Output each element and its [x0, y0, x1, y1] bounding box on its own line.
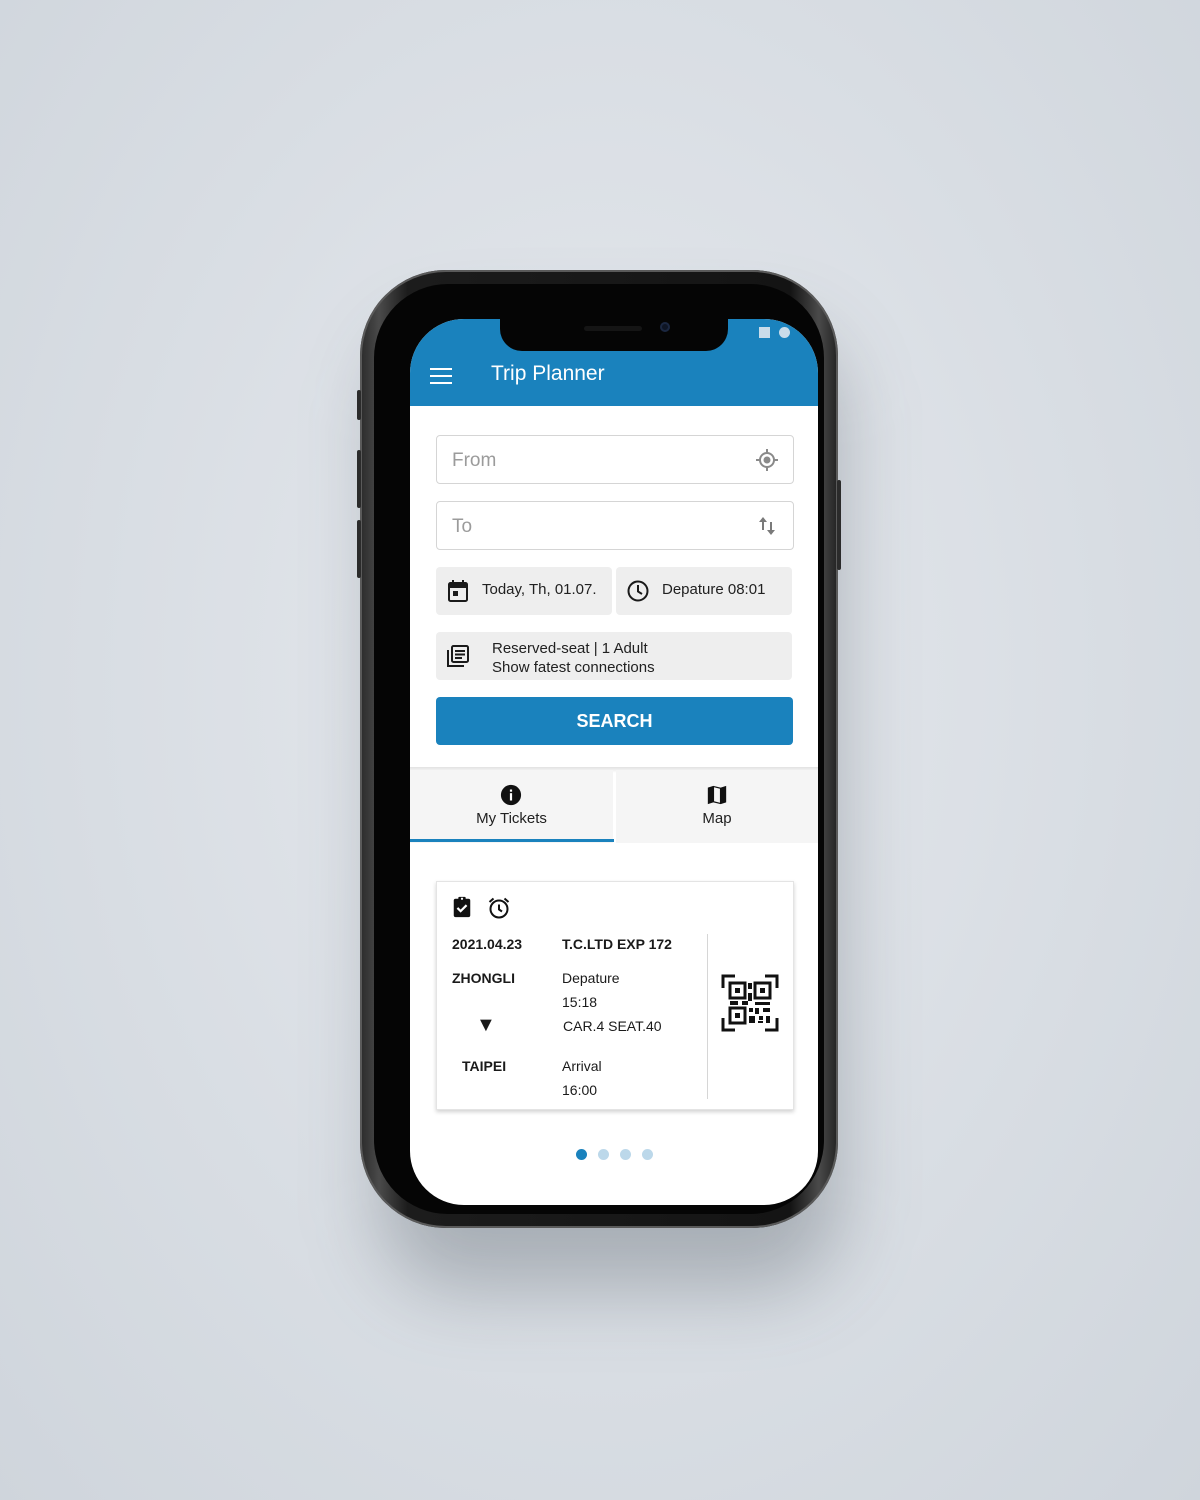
- options-line-1: Reserved-seat | 1 Adult: [492, 640, 648, 657]
- map-icon: [707, 785, 727, 805]
- swap-vertical-icon[interactable]: [755, 514, 779, 538]
- hamburger-menu-icon[interactable]: [430, 368, 454, 386]
- clock-icon: [627, 580, 649, 602]
- tab-map-label: Map: [702, 810, 732, 827]
- to-placeholder: To: [452, 516, 473, 537]
- to-input[interactable]: To: [436, 501, 794, 550]
- notch: [500, 319, 728, 351]
- arrival-label: Arrival: [562, 1058, 602, 1074]
- front-camera: [660, 322, 670, 332]
- direction-arrow-icon: ▼: [476, 1014, 496, 1036]
- from-station: ZHONGLI: [452, 970, 515, 986]
- app-screen: Trip Planner From To Today, Th, 01.07. D…: [410, 319, 818, 1205]
- tab-my-tickets-label: My Tickets: [476, 810, 547, 827]
- info-icon: [500, 784, 522, 806]
- to-station: TAIPEI: [462, 1058, 507, 1074]
- pager-dot-3[interactable]: [620, 1149, 631, 1160]
- from-placeholder: From: [452, 450, 497, 471]
- volume-up-button: [357, 450, 361, 508]
- search-button[interactable]: SEARCH: [436, 697, 793, 745]
- departure-time: 15:18: [562, 994, 598, 1010]
- power-button: [837, 480, 841, 570]
- pager-dots: [576, 1149, 656, 1161]
- travel-options-selector[interactable]: Reserved-seat | 1 Adult Show fatest conn…: [436, 632, 792, 680]
- from-input[interactable]: From: [436, 435, 794, 484]
- volume-down-button: [357, 520, 361, 578]
- seat-info: CAR.4 SEAT.40: [563, 1018, 662, 1034]
- departure-label: Depature: [562, 970, 620, 986]
- pager-dot-1[interactable]: [576, 1149, 587, 1160]
- mute-switch: [357, 390, 361, 420]
- app-bar: Trip Planner: [410, 319, 818, 406]
- tab-map[interactable]: Map: [616, 770, 818, 843]
- ticket-train: T.C.LTD EXP 172: [562, 936, 672, 952]
- ticket-date: 2021.04.23: [452, 936, 523, 952]
- phone-bezel: Trip Planner From To Today, Th, 01.07. D…: [374, 284, 824, 1214]
- time-label: Depature 08:01: [662, 581, 766, 598]
- active-tab-indicator: [410, 839, 614, 842]
- departure-time-selector[interactable]: Depature 08:01: [616, 567, 792, 615]
- status-square-icon: [759, 327, 770, 338]
- alarm-icon: [488, 897, 510, 919]
- arrival-time: 16:00: [562, 1082, 598, 1098]
- pager-dot-2[interactable]: [598, 1149, 609, 1160]
- calendar-icon: [448, 580, 468, 602]
- ticket-card[interactable]: 2021.04.23 T.C.LTD EXP 172 ZHONGLI Depat…: [436, 881, 794, 1110]
- options-line-2: Show fatest connections: [492, 659, 655, 676]
- my-location-icon[interactable]: [755, 448, 779, 472]
- clipboard-check-icon: [453, 896, 471, 918]
- status-circle-icon: [779, 327, 790, 338]
- tab-my-tickets[interactable]: My Tickets: [410, 770, 613, 843]
- ticket-divider: [707, 934, 708, 1099]
- phone-device: Trip Planner From To Today, Th, 01.07. D…: [357, 270, 841, 1228]
- earpiece-speaker: [584, 326, 642, 331]
- page-title: Trip Planner: [491, 362, 605, 385]
- date-selector[interactable]: Today, Th, 01.07.: [436, 567, 612, 615]
- library-books-icon: [447, 645, 469, 667]
- pager-dot-4[interactable]: [642, 1149, 653, 1160]
- qr-code-icon[interactable]: [721, 974, 779, 1032]
- date-label: Today, Th, 01.07.: [482, 581, 597, 598]
